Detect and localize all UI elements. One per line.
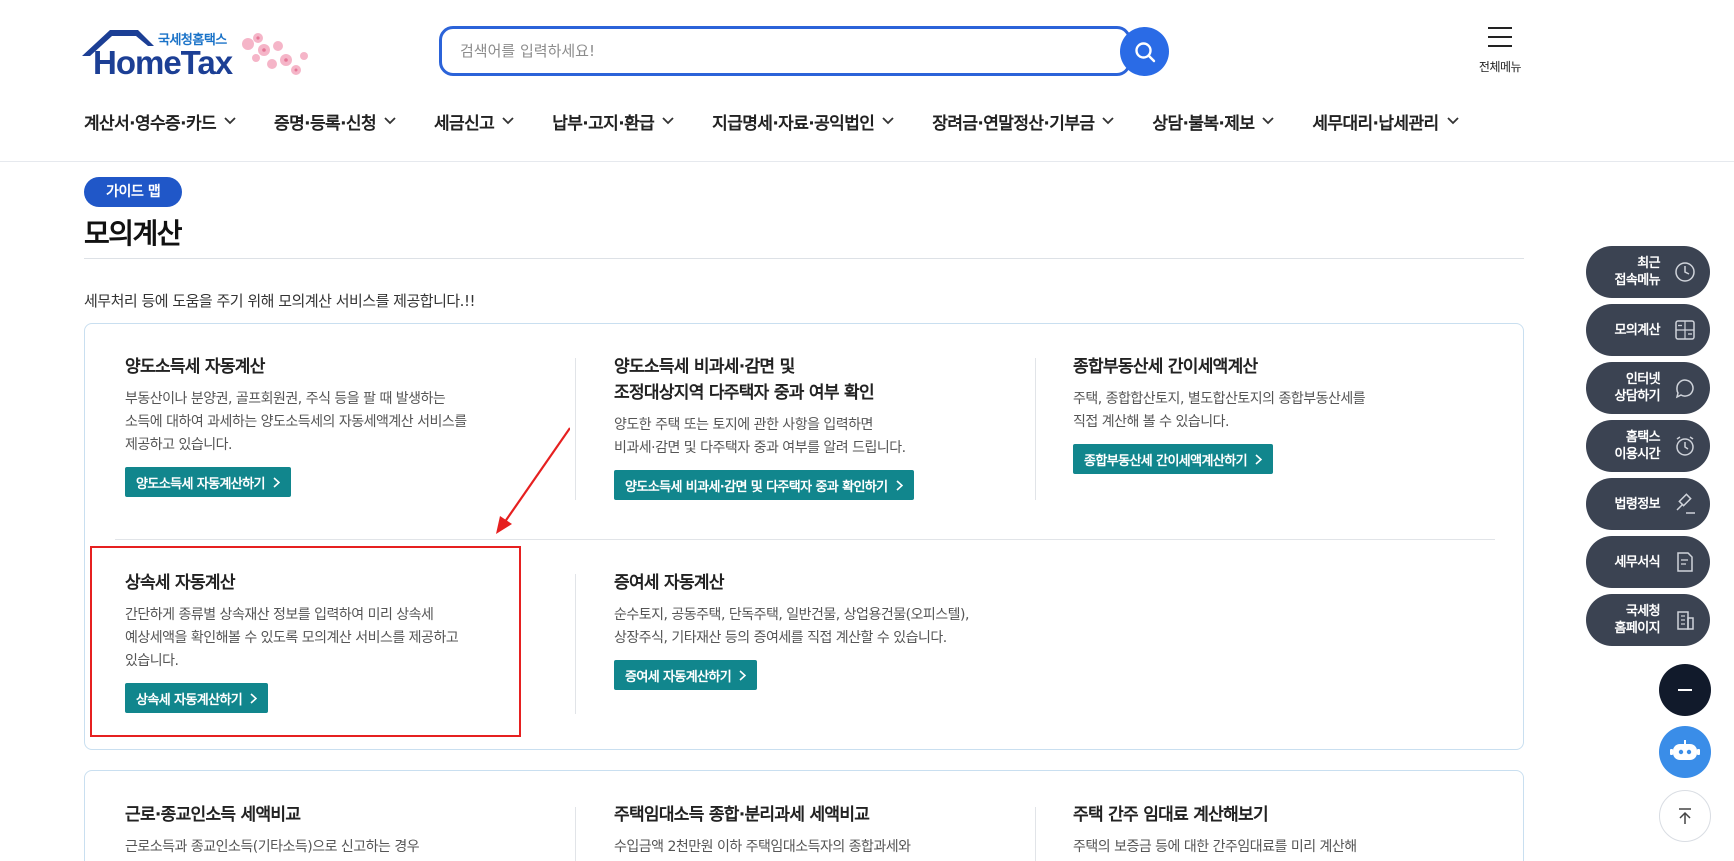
gnb-item-consult[interactable]: 상담·불복·제보	[1152, 108, 1275, 134]
gavel-icon	[1676, 493, 1695, 514]
gnb-item-incentive[interactable]: 장려금·연말정산·기부금	[932, 108, 1115, 134]
card-description: 근로소득과 종교인소득(기타소득)으로 신고하는 경우	[125, 839, 420, 855]
search-icon	[1134, 41, 1155, 62]
chevron-down-icon	[1446, 117, 1459, 125]
arrow-up-icon	[1679, 808, 1691, 824]
column-divider	[1035, 807, 1036, 861]
card-title: 증여세 자동계산	[614, 573, 725, 593]
card-title: 근로·종교인소득 세액비교	[125, 805, 301, 825]
chevron-down-icon	[662, 117, 674, 125]
page-title: 모의계산	[84, 217, 183, 250]
quick-nts-homepage[interactable]: 국세청 홈페이지	[1586, 594, 1710, 646]
chevron-right-icon	[739, 669, 747, 681]
quick-service-hours[interactable]: 홈택스 이용시간	[1586, 420, 1710, 472]
quick-simulation[interactable]: 모의계산	[1586, 304, 1710, 356]
card-description: 주택의 보증금 등에 대한 간주임대료를 미리 계산해	[1073, 839, 1357, 855]
column-divider	[575, 358, 576, 500]
card-capital-gains: 양도소득세 자동계산 부동산이나 분양권, 골프회원권, 주식 등을 팔 때 발…	[125, 354, 525, 497]
all-menu-label: 전체메뉴	[1478, 60, 1522, 74]
clock-icon	[1675, 262, 1695, 282]
chevron-right-icon	[273, 476, 280, 488]
chatbot-button[interactable]	[1659, 726, 1711, 778]
all-menu-button[interactable]: 전체메뉴	[1470, 26, 1530, 75]
chevron-down-icon	[882, 117, 894, 125]
search-button[interactable]	[1120, 27, 1169, 76]
column-divider	[575, 807, 576, 861]
title-divider	[84, 258, 1524, 259]
card-description: 수입금액 2천만원 이하 주택임대소득자의 종합과세와	[614, 839, 911, 855]
card-title: 주택 간주 임대료 계산해보기	[1073, 805, 1269, 825]
card-religious-income: 근로·종교인소득 세액비교 근로소득과 종교인소득(기타소득)으로 신고하는 경…	[125, 802, 545, 859]
card-description: 양도한 주택 또는 토지에 관한 사항을 입력하면 비과세·감면 및 다주택자 …	[614, 417, 906, 456]
gnb-item-statement[interactable]: 지급명세·자료·공익법인	[712, 108, 894, 134]
highlight-box	[90, 546, 521, 737]
hamburger-icon	[1488, 27, 1512, 47]
global-nav: 계산서·영수증·카드 증명·등록·신청 세금신고 납부·고지·환급 지급명세·자…	[84, 108, 1459, 134]
chevron-down-icon	[224, 117, 236, 125]
card-description: 주택, 종합합산토지, 별도합산토지의 종합부동산세를 직접 계산해 볼 수 있…	[1073, 391, 1366, 430]
chevron-right-icon	[895, 479, 903, 491]
alarm-icon	[1676, 436, 1694, 456]
gnb-item-payment[interactable]: 납부·고지·환급	[552, 108, 674, 134]
robot-icon	[1670, 740, 1700, 760]
card-title: 종합부동산세 간이세액계산	[1073, 357, 1258, 377]
gnb-item-certificate[interactable]: 증명·등록·신청	[274, 108, 396, 134]
collapse-quick-menu-button[interactable]	[1659, 664, 1711, 716]
annotation-arrow-icon	[496, 427, 570, 534]
chevron-down-icon	[502, 117, 514, 125]
card-deemed-rent: 주택 간주 임대료 계산해보기 주택의 보증금 등에 대한 간주임대료를 미리 …	[1073, 802, 1493, 859]
logo-title: HomeTax	[93, 44, 233, 81]
gift-tax-calc-button[interactable]: 증여세 자동계산하기	[614, 660, 758, 690]
quick-online-consult[interactable]: 인터넷 상담하기	[1586, 362, 1710, 414]
capital-gains-calc-button[interactable]: 양도소득세 자동계산하기	[125, 467, 291, 497]
quick-recent-menu[interactable]: 최근 접속메뉴	[1586, 246, 1710, 298]
header: 국세청홈택스 HomeTax 전체메뉴 계산서·영수증	[0, 0, 1734, 162]
card-description: 순수토지, 공동주택, 단독주택, 일반건물, 상업용건물(오피스텔), 상장주…	[614, 607, 969, 646]
column-divider	[1035, 358, 1036, 500]
card-description: 부동산이나 분양권, 골프회원권, 주식 등을 팔 때 발생하는 소득에 대하여…	[125, 391, 467, 453]
property-tax-calc-button[interactable]: 종합부동산세 간이세액계산하기	[1073, 444, 1273, 474]
chevron-right-icon	[1255, 453, 1262, 465]
building-icon	[1677, 611, 1694, 630]
gnb-item-tax-report[interactable]: 세금신고	[434, 108, 514, 134]
quick-menu: 최근 접속메뉴 모의계산 인터넷 상담하기 홈택스 이용시간 법령정보 세무서식…	[1586, 246, 1710, 652]
page-intro: 세무처리 등에 도움을 주기 위해 모의계산 서비스를 제공합니다.!!	[84, 292, 475, 310]
calculator-icon	[1675, 320, 1695, 340]
chevron-down-icon	[1102, 117, 1115, 125]
chevron-down-icon	[1262, 117, 1275, 125]
scroll-to-top-button[interactable]	[1659, 790, 1711, 842]
gnb-item-invoice[interactable]: 계산서·영수증·카드	[84, 108, 236, 134]
search-box	[439, 26, 1131, 76]
chat-icon	[1675, 379, 1694, 399]
cherry-blossom-icon	[242, 33, 308, 75]
card-title: 양도소득세 비과세·감면 및 조정대상지역 다주택자 중과 여부 확인	[614, 357, 875, 403]
quick-tax-forms[interactable]: 세무서식	[1586, 536, 1710, 588]
minus-icon	[1678, 689, 1692, 691]
search-input[interactable]	[460, 39, 1080, 63]
quick-law-info[interactable]: 법령정보	[1586, 478, 1710, 530]
guide-map-badge[interactable]: 가이드 맵	[84, 177, 183, 207]
card-title: 양도소득세 자동계산	[125, 357, 265, 377]
hometax-logo[interactable]: 국세청홈택스 HomeTax	[82, 26, 318, 84]
card-title: 주택임대소득 종합·분리과세 세액비교	[614, 805, 870, 825]
gnb-item-agent[interactable]: 세무대리·납세관리	[1312, 108, 1459, 134]
card-gift-tax: 증여세 자동계산 순수토지, 공동주택, 단독주택, 일반건물, 상업용건물(오…	[614, 570, 1034, 690]
document-edit-icon	[1677, 552, 1693, 572]
chevron-down-icon	[384, 117, 396, 125]
card-nontaxable-check: 양도소득세 비과세·감면 및 조정대상지역 다주택자 중과 여부 확인 양도한 …	[614, 354, 1034, 500]
card-property-tax: 종합부동산세 간이세액계산 주택, 종합합산토지, 별도합산토지의 종합부동산세…	[1073, 354, 1493, 474]
row-divider	[115, 539, 1495, 540]
card-rental-income: 주택임대소득 종합·분리과세 세액비교 수입금액 2천만원 이하 주택임대소득자…	[614, 802, 1034, 859]
nontaxable-check-button[interactable]: 양도소득세 비과세·감면 및 다주택자 중과 확인하기	[614, 470, 914, 500]
column-divider	[575, 574, 576, 714]
